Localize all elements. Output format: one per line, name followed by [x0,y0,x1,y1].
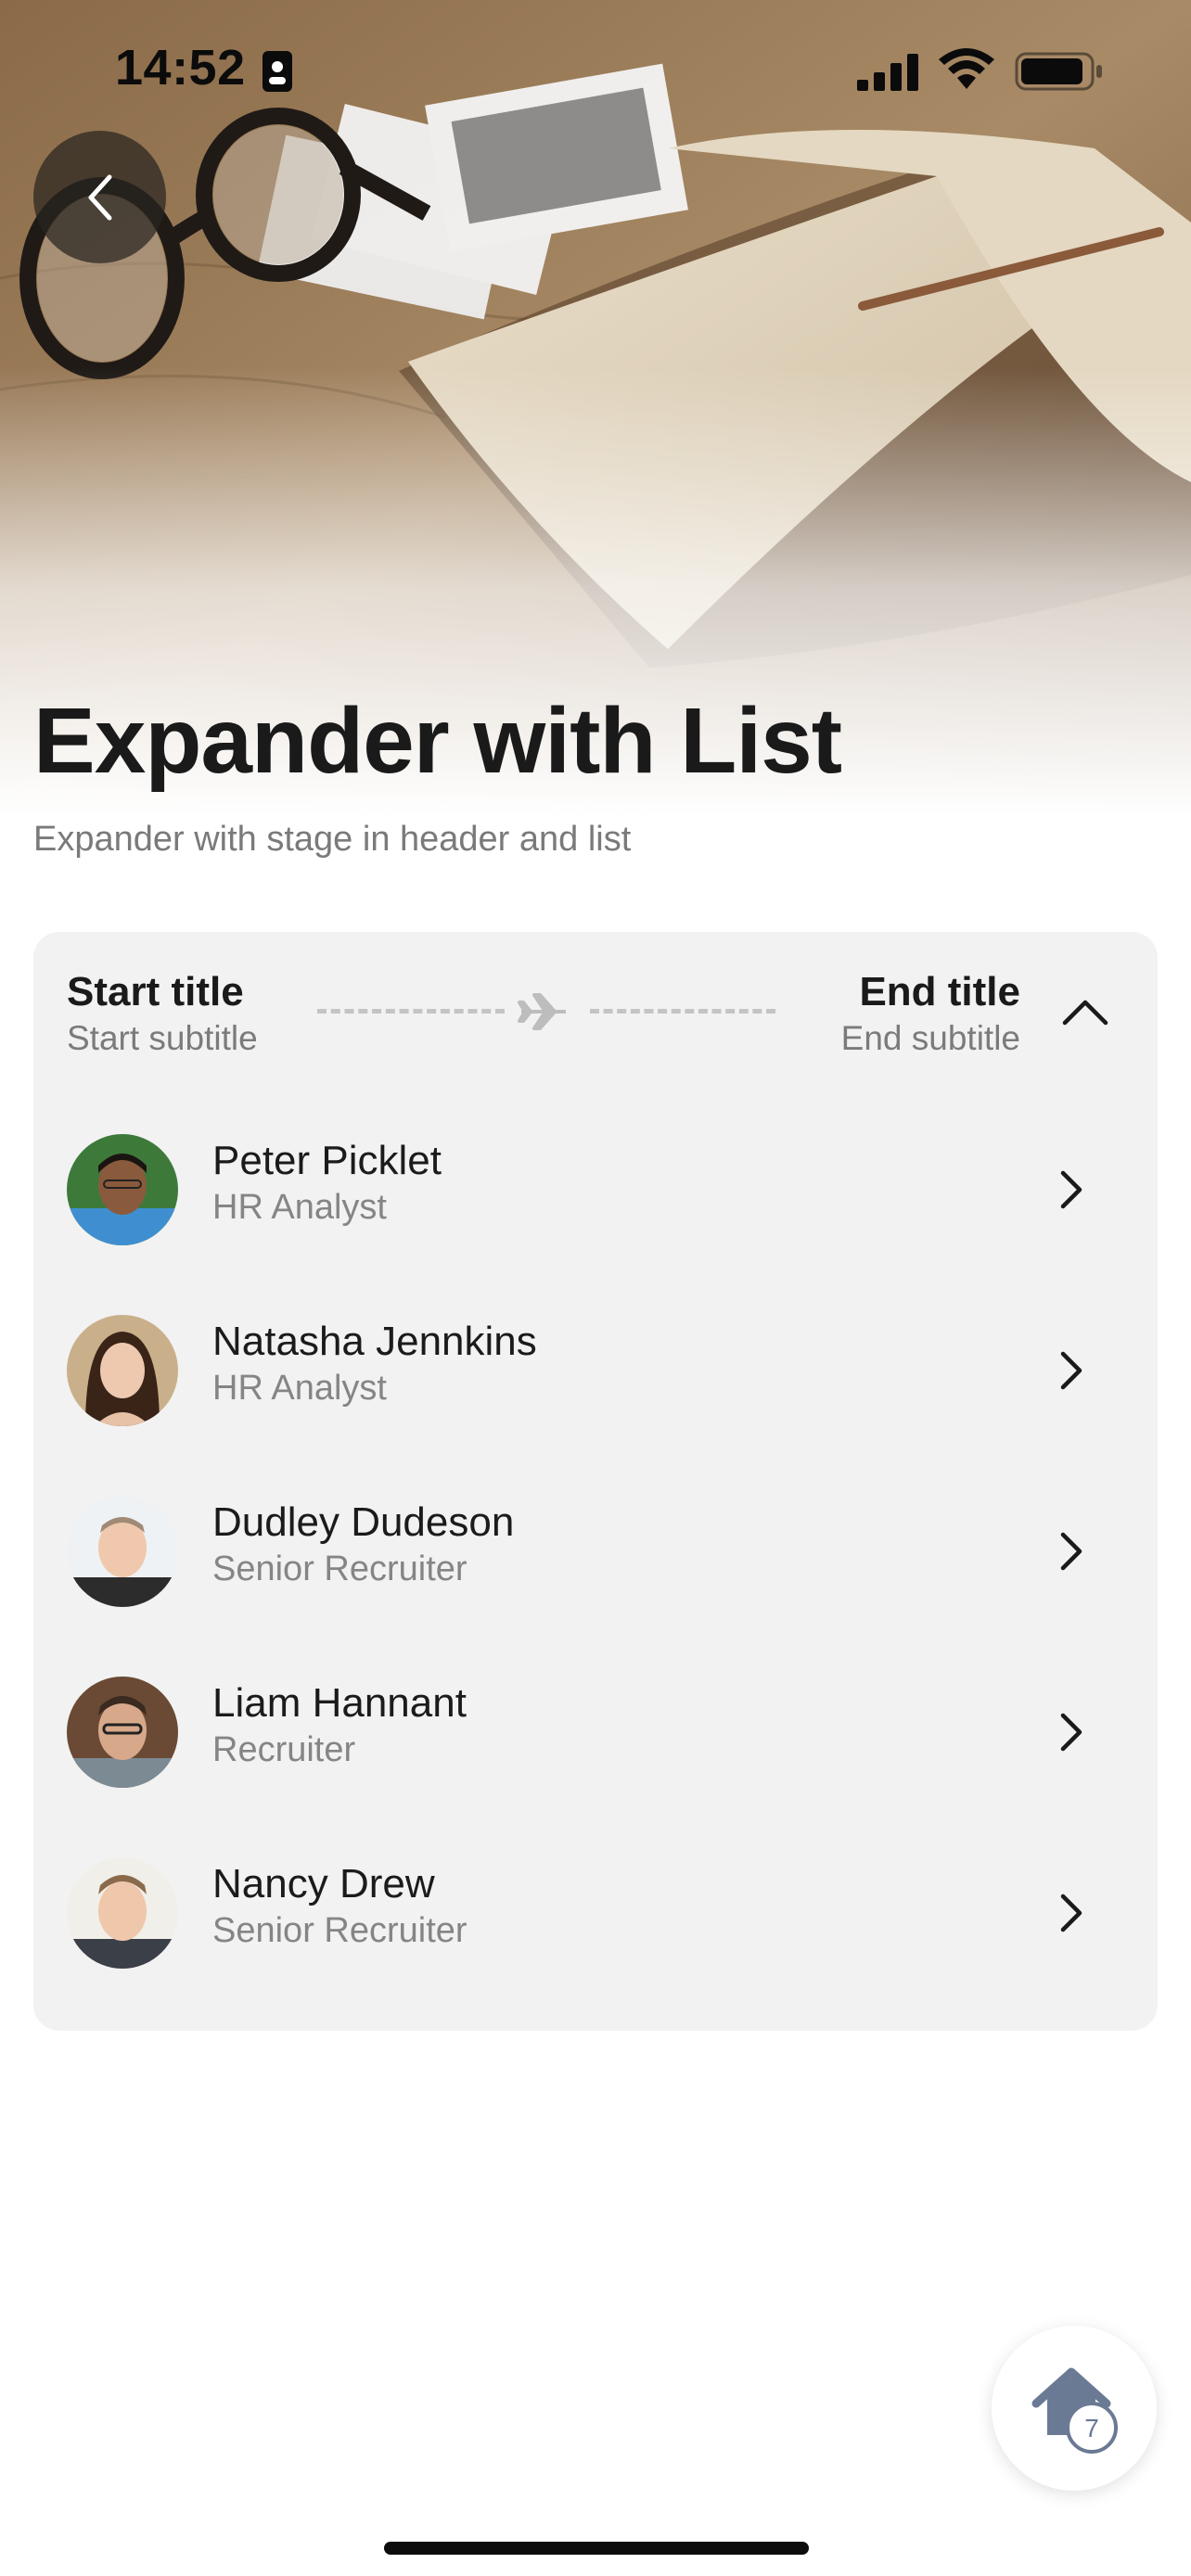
chevron-up-icon[interactable] [1057,984,1113,1039]
end-subtitle: End subtitle [840,1019,1020,1057]
list-item[interactable]: Peter Picklet HR Analyst [33,1099,1158,1280]
stage-divider-right [590,1009,775,1014]
list-item[interactable]: Liam Hannant Recruiter [33,1641,1158,1822]
avatar [67,1315,178,1426]
page-subtitle: Expander with stage in header and list [33,820,632,859]
person-name: Peter Picklet [212,1138,442,1183]
page-title: Expander with List [33,689,842,793]
expander-header[interactable]: Start title Start subtitle End title End… [33,932,1158,1090]
avatar [67,1677,178,1788]
list-item[interactable]: Dudley Dudeson Senior Recruiter [33,1460,1158,1641]
chevron-right-icon [1060,1351,1082,1390]
avatar [67,1134,178,1245]
id-card-icon [263,51,292,92]
status-time: 14:52 [115,40,246,96]
start-title: Start title [67,969,244,1014]
list-item[interactable]: Nancy Drew Senior Recruiter [33,1822,1158,2003]
battery-icon [1015,52,1102,91]
avatar [67,1857,178,1969]
person-name: Liam Hannant [212,1680,467,1726]
person-role: Senior Recruiter [212,1549,467,1588]
status-bar: 14:52 [0,0,1191,139]
person-role: HR Analyst [212,1188,387,1227]
person-name: Dudley Dudeson [212,1499,515,1545]
home-badge-count: 7 [1084,2414,1099,2442]
person-role: HR Analyst [212,1369,387,1408]
list-item[interactable]: Natasha Jennkins HR Analyst [33,1280,1158,1460]
expander-card: Start title Start subtitle End title End… [33,932,1158,2031]
person-name: Natasha Jennkins [212,1319,537,1364]
chevron-left-icon [88,174,111,220]
start-subtitle: Start subtitle [67,1019,258,1057]
home-indicator [384,2542,809,2555]
back-button[interactable] [33,131,166,263]
home-fab-button[interactable]: 7 [992,2326,1157,2491]
person-role: Senior Recruiter [212,1911,467,1950]
person-name: Nancy Drew [212,1861,435,1906]
chevron-right-icon [1060,1532,1082,1571]
avatar [67,1496,178,1607]
chevron-right-icon [1060,1170,1082,1209]
chevron-right-icon [1060,1713,1082,1752]
airplane-icon [518,993,566,1030]
person-role: Recruiter [212,1730,356,1769]
signal-icon [857,54,918,91]
chevron-right-icon [1060,1894,1082,1932]
home-icon: 7 [1031,2367,1118,2454]
stage-divider-left [317,1009,505,1014]
end-title: End title [859,969,1020,1014]
wifi-icon [939,48,994,89]
